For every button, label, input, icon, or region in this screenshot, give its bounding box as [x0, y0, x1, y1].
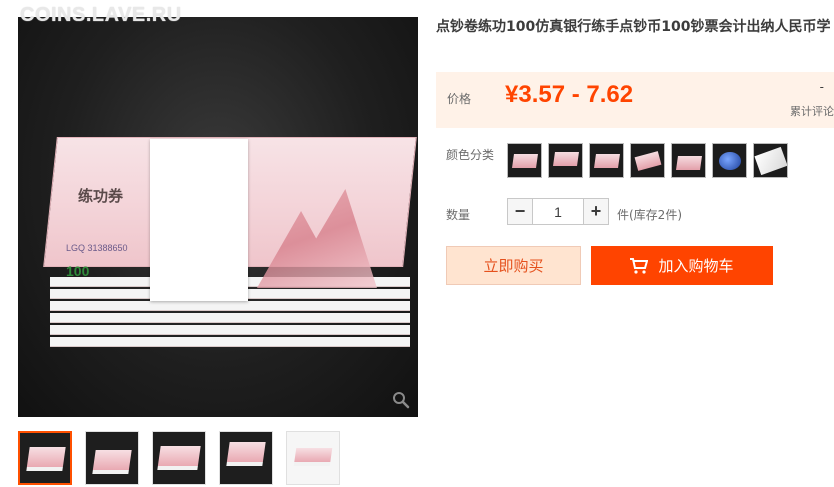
buy-now-button[interactable]: 立即购买	[446, 246, 581, 285]
note-label: 练功券	[78, 189, 124, 205]
main-product-image[interactable]: 练功券 LGQ 31388650 100	[18, 17, 418, 417]
price-value: ¥3.57 - 7.62	[505, 81, 634, 108]
review-label[interactable]: 累计评论	[790, 103, 834, 119]
watermark: COINS.LAVE.RU	[20, 4, 182, 26]
product-title: 点钞卷练功100仿真银行练手点钞币100钞票会计出纳人民币学	[436, 19, 831, 35]
note-value: 100	[66, 263, 90, 279]
color-category-label: 颜色分类	[446, 148, 495, 162]
paper-band	[150, 139, 248, 301]
price-label: 价格	[447, 92, 472, 106]
thumbnail-strip	[18, 431, 340, 485]
quantity-stepper: − 1 +	[507, 198, 609, 225]
swatch-note-bundle[interactable]	[548, 143, 583, 178]
swatch-note-stack[interactable]	[507, 143, 542, 178]
stock-text: 件(库存2件)	[617, 208, 682, 222]
thumbnail-5[interactable]	[286, 431, 340, 485]
thumbnail-1[interactable]	[18, 431, 72, 485]
note-stack-illustration: 练功券 LGQ 31388650 100	[43, 137, 417, 352]
thumbnail-2[interactable]	[85, 431, 139, 485]
swatch-blue-sponge[interactable]	[712, 143, 747, 178]
review-count: -	[819, 80, 824, 94]
swatch-note-pile[interactable]	[671, 143, 706, 178]
price-panel: 价格 ¥3.57 - 7.62 - 累计评论	[436, 72, 834, 128]
quantity-minus-button[interactable]: −	[507, 198, 533, 225]
thumbnail-3[interactable]	[152, 431, 206, 485]
add-to-cart-button[interactable]: 加入购物车	[591, 246, 773, 285]
note-serial: LGQ 31388650	[66, 243, 128, 253]
swatch-note-single[interactable]	[589, 143, 624, 178]
quantity-input[interactable]: 1	[533, 198, 583, 225]
add-to-cart-label: 加入购物车	[658, 257, 734, 275]
shopping-cart-icon	[630, 257, 649, 274]
color-swatches	[507, 143, 788, 178]
magnifier-icon[interactable]	[392, 391, 410, 409]
quantity-plus-button[interactable]: +	[583, 198, 609, 225]
mountain-artwork	[257, 178, 389, 288]
thumbnail-4[interactable]	[219, 431, 273, 485]
quantity-label: 数量	[446, 208, 471, 222]
swatch-white-pad[interactable]	[753, 143, 788, 178]
swatch-note-fan[interactable]	[630, 143, 665, 178]
